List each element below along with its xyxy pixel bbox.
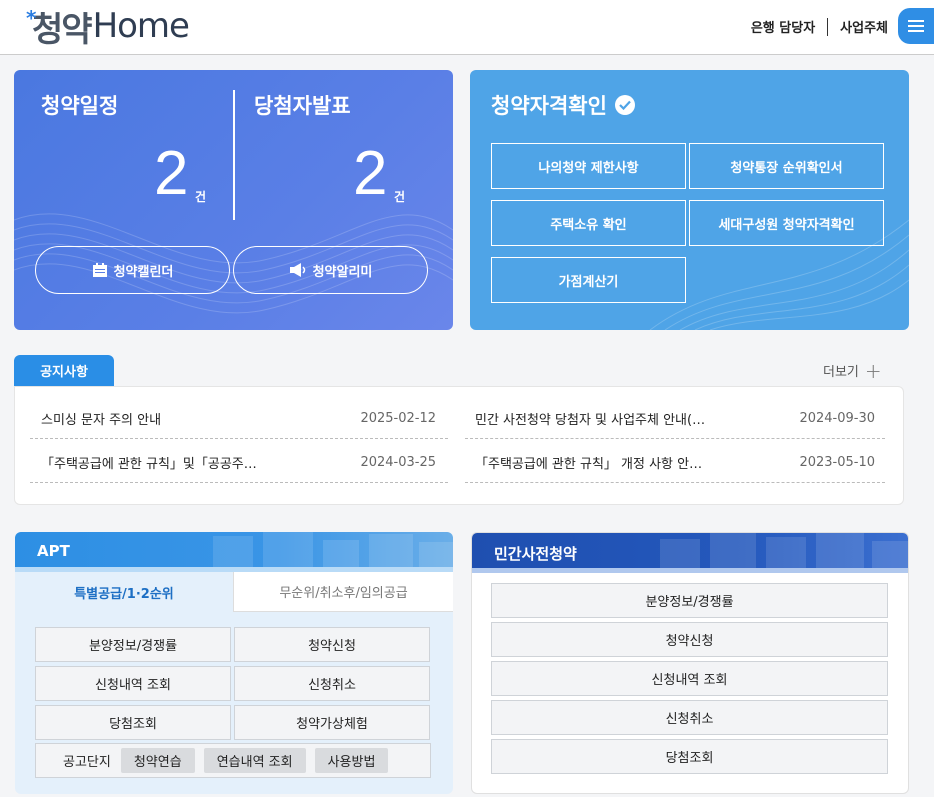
- calendar-button[interactable]: 청약캘린더: [35, 246, 230, 294]
- apt-cancel-button[interactable]: 신청취소: [234, 666, 430, 701]
- practice-chip[interactable]: 청약연습: [120, 748, 195, 773]
- winner-count[interactable]: 2: [353, 138, 387, 209]
- score-calculator-button[interactable]: 가점계산기: [491, 257, 686, 303]
- notice-date: 2024-03-25: [360, 454, 436, 470]
- hamburger-icon: [908, 20, 924, 32]
- notice-date: 2024-09-30: [799, 410, 875, 426]
- eligibility-title-text: 청약자격확인: [491, 94, 607, 118]
- building-decoration: [213, 532, 453, 572]
- apt-title: APT: [37, 542, 70, 560]
- more-button[interactable]: 더보기 +: [823, 358, 882, 383]
- nav-bank-staff[interactable]: 은행 담당자: [751, 17, 815, 36]
- private-presale-panel: 민간사전청약 분양정보/경쟁률 청약신청 신청내역 조회 신청취소 당첨조회: [471, 532, 909, 794]
- private-title: 민간사전청약: [494, 545, 577, 563]
- alarm-button[interactable]: 청약알리미: [233, 246, 428, 294]
- menu-button[interactable]: [898, 8, 934, 44]
- apt-panel: APT 특별공급/1·2순위 무순위/취소후/임의공급 분양정보/경쟁률 청약신…: [15, 532, 453, 794]
- logo[interactable]: * 청약 Home: [24, 4, 190, 50]
- logo-star-icon: *: [26, 6, 37, 30]
- megaphone-icon: [289, 263, 305, 277]
- tab-special-supply[interactable]: 특별공급/1·2순위: [15, 572, 233, 612]
- household-eligibility-button[interactable]: 세대구성원 청약자격확인: [689, 200, 884, 246]
- schedule-unit: 건: [195, 190, 207, 204]
- private-apply-button[interactable]: 청약신청: [491, 622, 888, 657]
- notice-date: 2023-05-10: [799, 454, 875, 470]
- account-rank-button[interactable]: 청약통장 순위확인서: [689, 143, 884, 189]
- winner-title[interactable]: 당첨자발표: [254, 90, 351, 120]
- alarm-label: 청약알리미: [312, 264, 373, 280]
- notice-date: 2025-02-12: [360, 410, 436, 426]
- notice-title: 스미싱 문자 주의 안내: [41, 412, 162, 428]
- notice-item[interactable]: 「주택공급에 관한 규칙」및「공공주… 2024-03-25: [30, 442, 448, 483]
- private-winner-check-button[interactable]: 당첨조회: [491, 739, 888, 774]
- apt-apply-button[interactable]: 청약신청: [234, 627, 430, 662]
- private-header: 민간사전청약: [472, 533, 908, 573]
- more-label: 더보기: [823, 365, 859, 380]
- notice-title: 민간 사전청약 당첨자 및 사업주체 안내(…: [475, 412, 706, 428]
- apt-sale-info-button[interactable]: 분양정보/경쟁률: [35, 627, 231, 662]
- private-cancel-button[interactable]: 신청취소: [491, 700, 888, 735]
- notice-item[interactable]: 민간 사전청약 당첨자 및 사업주체 안내(… 2024-09-30: [465, 398, 885, 439]
- apt-virtual-experience-button[interactable]: 청약가상체험: [234, 705, 430, 740]
- notice-title: 「주택공급에 관한 규칙」 개정 사항 안…: [475, 456, 703, 472]
- schedule-card: 청약일정 2 건 당첨자발표 2 건 청약캘린더 청약알리미: [14, 70, 453, 330]
- logo-korean: 청약: [32, 9, 93, 50]
- notice-list: 스미싱 문자 주의 안내 2025-02-12 민간 사전청약 당첨자 및 사업…: [14, 386, 904, 505]
- notice-tab[interactable]: 공지사항: [14, 355, 114, 386]
- apt-history-button[interactable]: 신청내역 조회: [35, 666, 231, 701]
- private-sale-info-button[interactable]: 분양정보/경쟁률: [491, 583, 888, 618]
- usage-guide-chip[interactable]: 사용방법: [314, 748, 389, 773]
- schedule-count[interactable]: 2: [154, 138, 188, 209]
- notice-title: 「주택공급에 관한 규칙」및「공공주…: [41, 456, 257, 472]
- winner-unit: 건: [394, 190, 406, 204]
- eligibility-title: 청약자격확인: [491, 90, 635, 120]
- schedule-title[interactable]: 청약일정: [41, 90, 118, 120]
- calendar-label: 청약캘린더: [113, 264, 174, 280]
- building-decoration: [660, 533, 908, 573]
- eligibility-card: 청약자격확인 나의청약 제한사항 청약통장 순위확인서 주택소유 확인 세대구성…: [470, 70, 909, 330]
- apt-practice-label: 공고단지: [63, 755, 111, 770]
- apt-practice-row: 공고단지 청약연습 연습내역 조회 사용방법: [35, 743, 431, 778]
- apt-winner-check-button[interactable]: 당첨조회: [35, 705, 231, 740]
- nav-business-entity[interactable]: 사업주체: [840, 17, 888, 36]
- calendar-icon: [92, 263, 107, 277]
- notice-item[interactable]: 「주택공급에 관한 규칙」 개정 사항 안… 2023-05-10: [465, 442, 885, 483]
- tab-unranked-supply[interactable]: 무순위/취소후/임의공급: [233, 572, 453, 612]
- practice-history-chip[interactable]: 연습내역 조회: [203, 748, 306, 773]
- plus-icon: +: [864, 358, 882, 383]
- top-nav: 은행 담당자 사업주체: [751, 17, 888, 36]
- nav-divider: [827, 17, 829, 36]
- header: * 청약 Home 은행 담당자 사업주체: [0, 0, 934, 55]
- notice-item[interactable]: 스미싱 문자 주의 안내 2025-02-12: [30, 398, 448, 439]
- private-header-stripe: [472, 568, 908, 573]
- schedule-divider: [233, 90, 235, 220]
- apt-header: APT: [15, 532, 453, 572]
- house-ownership-button[interactable]: 주택소유 확인: [491, 200, 686, 246]
- my-restrictions-button[interactable]: 나의청약 제한사항: [491, 143, 686, 189]
- logo-english: Home: [92, 6, 190, 46]
- check-circle-icon: [614, 95, 635, 115]
- private-history-button[interactable]: 신청내역 조회: [491, 661, 888, 696]
